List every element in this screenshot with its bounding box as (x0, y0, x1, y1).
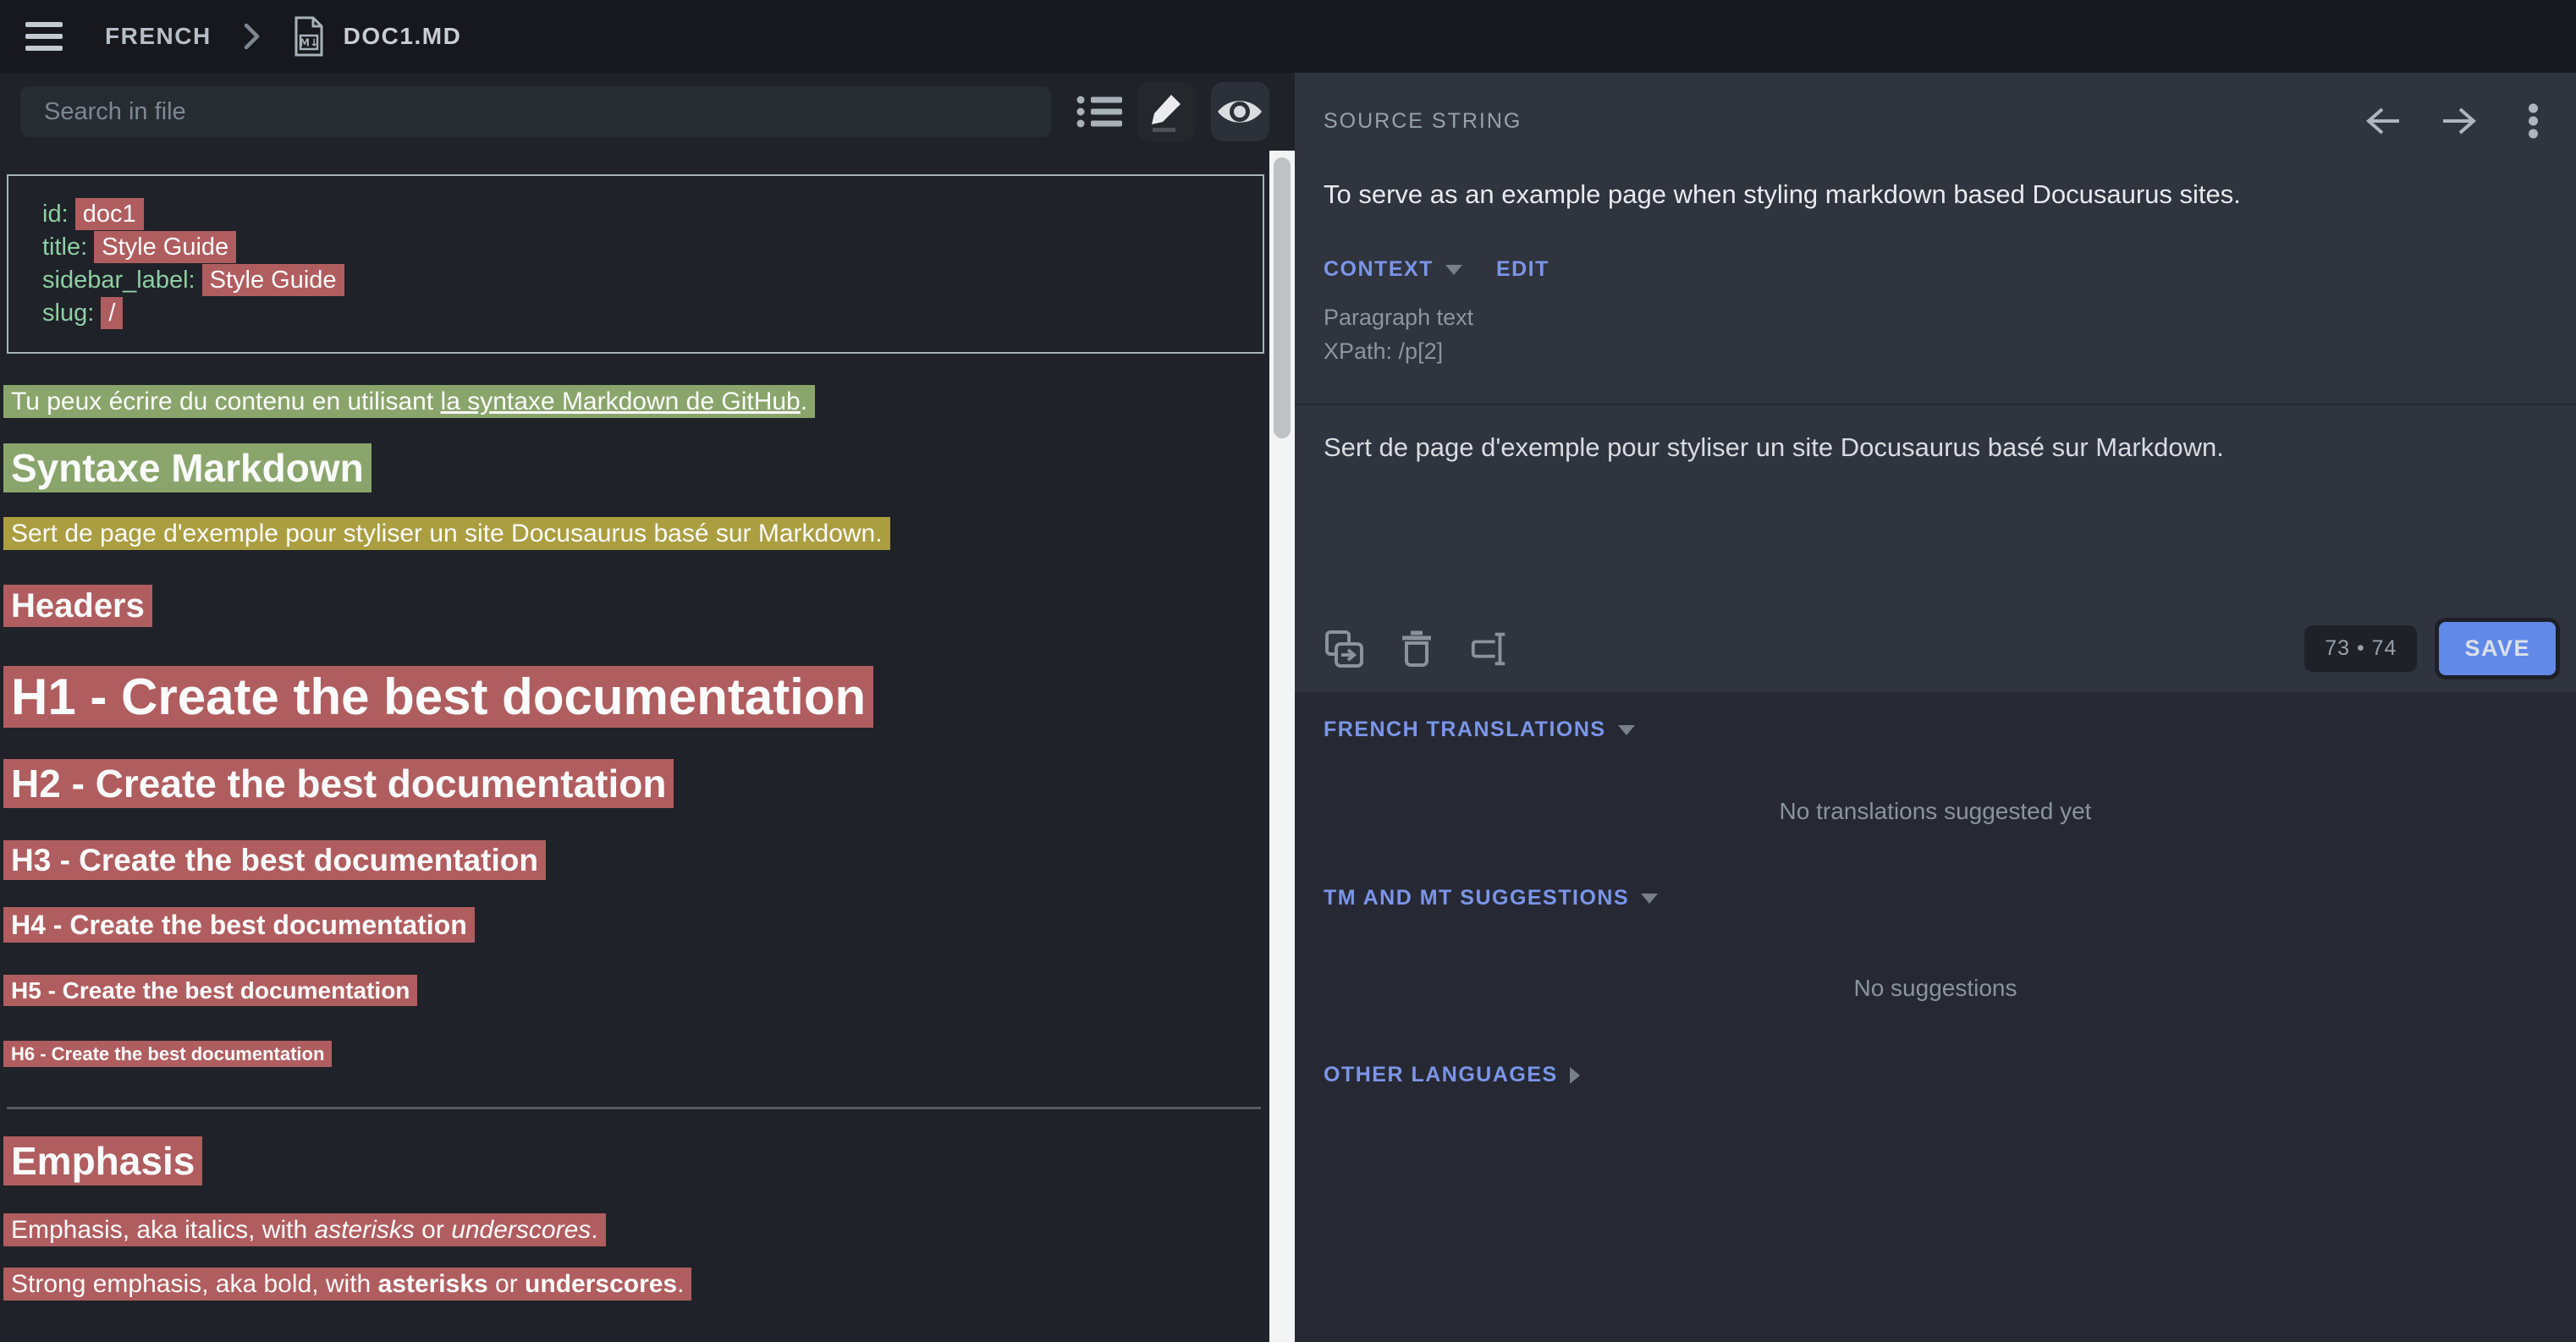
eye-icon (1216, 96, 1263, 128)
frontmatter-block: id: doc1 title: Style Guide sidebar_labe… (7, 174, 1264, 354)
delete-translation-icon[interactable] (1396, 629, 1437, 669)
main-area: id: doc1 title: Style Guide sidebar_labe… (0, 73, 2576, 1342)
frontmatter-row: slug: / (42, 297, 1229, 330)
suggestions-area: FRENCH TRANSLATIONS No translations sugg… (1295, 692, 2576, 1342)
context-controls: CONTEXT EDIT (1295, 257, 2576, 282)
source-string[interactable]: Strong emphasis, aka bold, with asterisk… (3, 1268, 691, 1301)
other-languages-toggle[interactable]: OTHER LANGUAGES (1324, 1063, 2547, 1087)
save-button[interactable]: SAVE (2439, 622, 2556, 675)
translations-empty-state: No translations suggested yet (1324, 798, 2547, 825)
preview-scrollbar (1269, 73, 1295, 1342)
heading-h5: H5 - Create the best documentation (3, 976, 1264, 1006)
source-string-selected[interactable]: Sert de page d'exemple pour styliser un … (3, 517, 890, 550)
translation-editor-app: FRENCH M↓ DOC1.MD (0, 0, 2576, 1342)
paragraph-strong: Strong emphasis, aka bold, with asterisk… (3, 1268, 1264, 1301)
scrollbar-track[interactable] (1269, 151, 1295, 1342)
preview-mode-button[interactable] (1211, 82, 1269, 141)
caret-down-icon (1445, 265, 1462, 275)
source-string[interactable]: H2 - Create the best documentation (3, 759, 674, 808)
copy-source-icon[interactable] (1324, 629, 1364, 669)
heading-h2: H2 - Create the best documentation (3, 760, 1264, 807)
source-string[interactable]: doc1 (75, 198, 144, 230)
translation-toolbar: 73 • 74 SAVE (1295, 622, 2576, 692)
source-string[interactable]: H6 - Create the best documentation (3, 1041, 332, 1067)
source-string[interactable]: H3 - Create the best documentation (3, 840, 546, 880)
svg-text:M↓: M↓ (300, 37, 318, 49)
scrollbar-thumb[interactable] (1274, 157, 1291, 438)
heading-markdown-syntax: Syntaxe Markdown (3, 445, 1264, 491)
pencil-icon (1148, 91, 1185, 132)
tm-empty-state: No suggestions (1324, 975, 2547, 1002)
context-type: Paragraph text (1324, 300, 2547, 334)
menu-icon[interactable] (25, 22, 63, 51)
edit-context-button[interactable]: EDIT (1496, 257, 1549, 282)
document-preview: id: doc1 title: Style Guide sidebar_labe… (0, 151, 1269, 1342)
tm-mt-suggestions-toggle[interactable]: TM AND MT SUGGESTIONS (1324, 886, 2547, 910)
horizontal-rule (7, 1107, 1261, 1109)
breadcrumb-file[interactable]: M↓ DOC1.MD (293, 16, 462, 57)
more-options-icon[interactable] (2528, 103, 2539, 139)
source-string[interactable]: / (101, 297, 123, 329)
paragraph-selected: Sert de page d'exemple pour styliser un … (3, 518, 1264, 550)
inline-link: la syntaxe Markdown de GitHub (441, 388, 801, 415)
source-string-header: SOURCE STRING (1295, 73, 2576, 139)
string-list-icon[interactable] (1076, 95, 1122, 129)
source-string-label: SOURCE STRING (1324, 109, 1522, 134)
frontmatter-row: sidebar_label: Style Guide (42, 264, 1229, 297)
source-string[interactable]: Emphasis, aka italics, with asterisks or… (3, 1213, 606, 1246)
source-string[interactable]: Style Guide (202, 264, 344, 296)
french-translations-toggle[interactable]: FRENCH TRANSLATIONS (1324, 718, 2547, 742)
context-xpath: XPath: /p[2] (1324, 334, 2547, 368)
select-text-icon[interactable] (1469, 629, 1510, 669)
source-string[interactable]: H5 - Create the best documentation (3, 975, 417, 1006)
markdown-file-icon: M↓ (293, 16, 325, 57)
top-bar: FRENCH M↓ DOC1.MD (0, 0, 2576, 73)
heading-headers: Headers (3, 586, 1264, 626)
translation-input[interactable]: Sert de page d'exemple pour styliser un … (1295, 405, 2576, 622)
source-string-translated[interactable]: Tu peux écrire du contenu en utilisant l… (3, 385, 815, 418)
frontmatter-row: id: doc1 (42, 198, 1229, 231)
previous-string-icon[interactable] (2364, 107, 2403, 135)
source-string-card: SOURCE STRING To serve as an example (1295, 73, 2576, 692)
caret-down-icon (1641, 894, 1658, 904)
context-info: Paragraph text XPath: /p[2] (1295, 300, 2576, 368)
heading-h6: H6 - Create the best documentation (3, 1042, 1264, 1066)
caret-right-icon (1570, 1067, 1580, 1084)
paragraph-intro: Tu peux écrire du contenu en utilisant l… (3, 386, 1264, 418)
source-string[interactable]: H1 - Create the best documentation (3, 666, 873, 728)
heading-h1: H1 - Create the best documentation (3, 667, 1264, 728)
search-toolbar (0, 73, 1269, 151)
caret-down-icon (1618, 725, 1635, 735)
frontmatter-row: title: Style Guide (42, 231, 1229, 264)
breadcrumb-project[interactable]: FRENCH (105, 23, 212, 50)
character-count-badge: 73 • 74 (2304, 625, 2417, 672)
next-string-icon[interactable] (2440, 107, 2479, 135)
edit-mode-button[interactable] (1137, 82, 1196, 141)
source-string[interactable]: Emphasis (3, 1136, 202, 1185)
source-text: To serve as an example page when styling… (1295, 178, 2576, 212)
heading-h4: H4 - Create the best documentation (3, 908, 1264, 942)
source-string-translated[interactable]: Syntaxe Markdown (3, 443, 372, 492)
file-preview-panel: id: doc1 title: Style Guide sidebar_labe… (0, 73, 1269, 1342)
paragraph-emphasis: Emphasis, aka italics, with asterisks or… (3, 1214, 1264, 1246)
source-string[interactable]: H4 - Create the best documentation (3, 907, 475, 943)
context-toggle[interactable]: CONTEXT (1324, 257, 1462, 282)
source-string[interactable]: Style Guide (94, 231, 236, 263)
source-string[interactable]: Headers (3, 585, 152, 627)
search-input[interactable] (20, 86, 1051, 137)
heading-h3: H3 - Create the best documentation (3, 841, 1264, 879)
heading-emphasis: Emphasis (3, 1138, 1264, 1184)
translation-panel: SOURCE STRING To serve as an example (1295, 73, 2576, 1342)
breadcrumb-file-name: DOC1.MD (344, 23, 462, 50)
chevron-right-icon (244, 23, 261, 50)
